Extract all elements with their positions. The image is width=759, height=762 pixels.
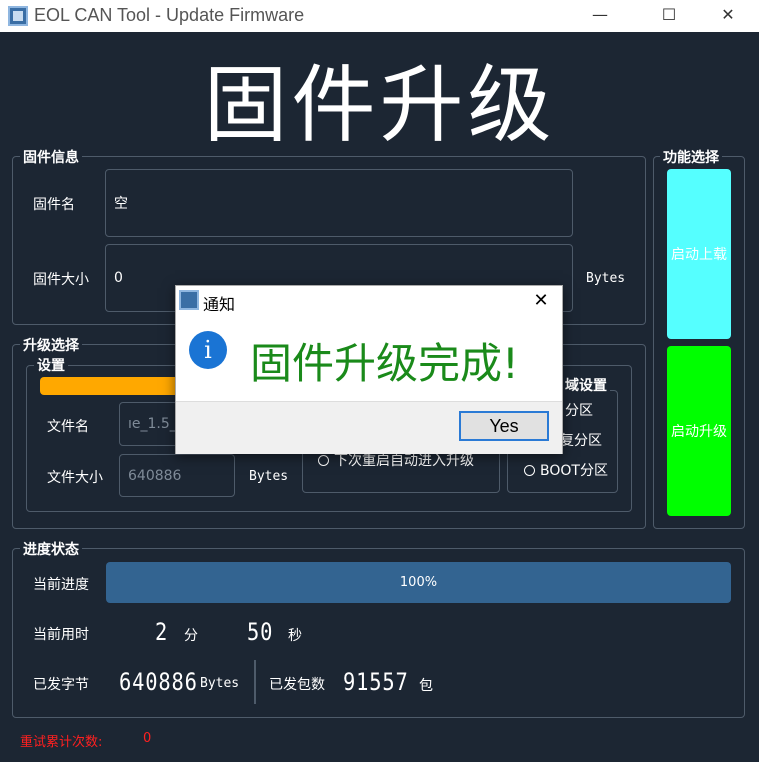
retry-count-value: 0 — [143, 731, 152, 746]
minimize-button[interactable]: — — [577, 0, 623, 32]
packets-sent-value: 91557 — [343, 668, 409, 696]
file-name-label: 文件名 — [47, 419, 89, 435]
progress-percent: 100% — [399, 575, 438, 590]
info-icon: i — [189, 331, 227, 369]
firmware-size-unit: Bytes — [586, 271, 626, 286]
minutes-unit: 分 — [184, 628, 198, 644]
firmware-info-legend: 固件信息 — [20, 147, 82, 167]
firmware-name-label: 固件名 — [33, 197, 75, 213]
start-upload-button[interactable]: 启动上载 — [667, 169, 731, 339]
file-size-label: 文件大小 — [47, 470, 103, 486]
current-progress-label: 当前进度 — [33, 577, 89, 593]
retry-count-label: 重试累计次数: — [20, 735, 103, 750]
dialog-title: 通知 — [203, 295, 236, 314]
settings-legend: 设置 — [34, 355, 68, 375]
seconds-unit: 秒 — [288, 628, 302, 644]
upgrade-select-legend: 升级选择 — [20, 335, 82, 355]
firmware-name-field[interactable]: 空 — [105, 169, 573, 237]
elapsed-seconds: 50 — [247, 618, 274, 646]
dialog-app-icon — [179, 290, 199, 310]
region-option-2[interactable]: 复分区 — [560, 430, 602, 450]
close-button[interactable]: ✕ — [705, 0, 751, 32]
region-option-1[interactable]: 分区 — [565, 400, 593, 420]
dialog-close-button[interactable]: ✕ — [528, 289, 554, 313]
packets-sent-label: 已发包数 — [269, 677, 325, 693]
file-size-unit: Bytes — [249, 469, 289, 484]
region-settings-legend: 域设置 — [562, 375, 610, 395]
app-icon — [8, 6, 28, 26]
yes-button[interactable]: Yes — [459, 411, 549, 441]
vertical-divider — [254, 660, 256, 704]
page-title: 固件升级 — [203, 56, 556, 154]
file-size-field[interactable]: 640886 — [119, 454, 235, 497]
notification-dialog: 通知 ✕ i 固件升级完成! Yes — [175, 285, 563, 454]
radio-dot-icon — [318, 455, 329, 466]
region-option-boot[interactable]: BOOT分区 — [524, 460, 608, 480]
function-select-legend: 功能选择 — [660, 147, 722, 167]
elapsed-minutes: 2 — [155, 618, 169, 646]
next-reboot-label: 下次重启自动进入升级 — [334, 453, 474, 469]
dialog-message: 固件升级完成! — [250, 339, 519, 388]
region-option-boot-label: BOOT分区 — [540, 463, 608, 479]
progress-bar: 100% — [106, 562, 731, 603]
start-upgrade-button[interactable]: 启动升级 — [667, 346, 731, 516]
bytes-sent-unit: Bytes — [200, 676, 240, 691]
radio-dot-icon — [524, 465, 535, 476]
firmware-size-label: 固件大小 — [33, 272, 89, 288]
bytes-sent-label: 已发字节 — [33, 677, 89, 693]
bytes-sent-value: 640886 — [119, 668, 198, 696]
packets-sent-unit: 包 — [419, 678, 433, 694]
maximize-button[interactable]: ☐ — [646, 0, 692, 32]
progress-legend: 进度状态 — [20, 539, 82, 559]
dialog-footer: Yes — [176, 401, 562, 454]
elapsed-time-label: 当前用时 — [33, 627, 89, 643]
title-bar: EOL CAN Tool - Update Firmware — ☐ ✕ — [0, 0, 759, 32]
window-title: EOL CAN Tool - Update Firmware — [34, 5, 305, 25]
